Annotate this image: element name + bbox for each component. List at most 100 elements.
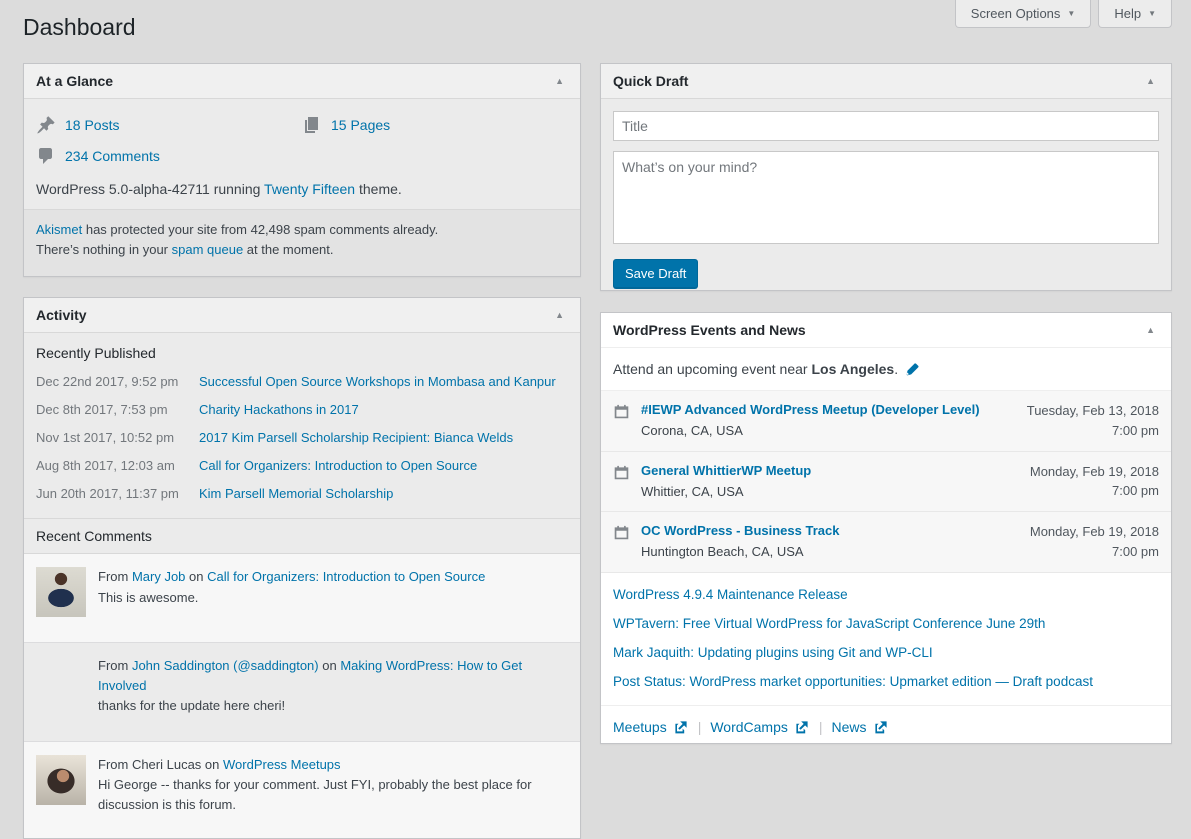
attend-text: Attend an upcoming event near Los Angele… [613, 361, 898, 377]
help-button[interactable]: Help ▼ [1098, 0, 1172, 28]
comment-item: From Mary Job on Call for Organizers: In… [24, 554, 580, 643]
event-time: 7:00 pm [1112, 543, 1159, 559]
recently-published-heading: Recently Published [36, 345, 156, 361]
dashboard-page: { "page": { "title": "Dashboard" }, "too… [0, 0, 1191, 839]
comment-from-label: From Cheri Lucas on [98, 756, 223, 772]
left-column: At a Glance ▲ 18 Posts 15 Pages 234 Comm… [23, 63, 581, 839]
external-link-icon [675, 721, 687, 734]
published-row: Dec 8th 2017, 7:53 pm Charity Hackathons… [36, 402, 568, 417]
event-main: OC WordPress - Business Track Huntington… [641, 522, 990, 562]
published-post-link[interactable]: Call for Organizers: Introduction to Ope… [199, 458, 477, 473]
comment-meta: From Mary Job on Call for Organizers: In… [98, 567, 568, 587]
event-time: 7:00 pm [1112, 483, 1159, 499]
pages-icon [305, 117, 318, 133]
events-footer-links: Meetups | WordCamps | News [601, 705, 1171, 743]
comment-on-label: on [318, 658, 341, 673]
collapse-toggle-icon[interactable]: ▲ [551, 73, 568, 90]
event-item: OC WordPress - Business Track Huntington… [601, 512, 1171, 574]
chevron-down-icon: ▼ [1148, 8, 1156, 18]
comment-body: From John Saddington (@saddington) on Ma… [98, 656, 568, 716]
comment-body: From Cheri Lucas on WordPress Meetups Hi… [98, 755, 568, 815]
comment-meta: From John Saddington (@saddington) on Ma… [98, 656, 568, 695]
news-link[interactable]: Mark Jaquith: Updating plugins using Git… [613, 638, 1159, 667]
quick-draft-widget: Quick Draft ▲ Save Draft [600, 63, 1172, 291]
screen-options-button[interactable]: Screen Options ▼ [954, 0, 1092, 28]
event-title-link[interactable]: General WhittierWP Meetup [641, 462, 811, 481]
event-location: Huntington Beach, CA, USA [641, 544, 804, 560]
draft-content-textarea[interactable] [613, 151, 1159, 244]
event-date: Monday, Feb 19, 2018 [1029, 524, 1159, 540]
posts-count-item: 18 Posts [36, 115, 302, 135]
published-post-link[interactable]: Charity Hackathons in 2017 [199, 402, 359, 417]
akismet-notice: Akismet has protected your site from 42,… [24, 209, 580, 276]
comment-author-link[interactable]: John Saddington (@saddington) [132, 658, 319, 673]
avatar [36, 754, 86, 805]
published-date: Jun 20th 2017, 11:37 pm [36, 486, 179, 501]
chevron-down-icon: ▼ [1067, 8, 1076, 18]
comment-from-label: From [98, 569, 132, 584]
theme-link[interactable]: Twenty Fifteen [264, 181, 355, 197]
external-link-icon [874, 721, 887, 734]
event-datetime: Tuesday, Feb 13, 2018 7:00 pm [1001, 401, 1159, 441]
wordcamps-link[interactable]: WordCamps [710, 719, 810, 735]
spam-queue-link[interactable]: spam queue [172, 242, 244, 257]
published-row: Dec 22nd 2017, 9:52 pm Successful Open S… [36, 374, 568, 389]
at-a-glance-widget: At a Glance ▲ 18 Posts 15 Pages 234 Comm… [23, 63, 581, 277]
event-date: Tuesday, Feb 13, 2018 [1026, 403, 1159, 418]
published-post-link[interactable]: Successful Open Source Workshops in Momb… [199, 374, 556, 389]
comment-item: From John Saddington (@saddington) on Ma… [24, 643, 580, 742]
right-column: Quick Draft ▲ Save Draft WordPress Event… [600, 63, 1172, 744]
at-a-glance-body: 18 Posts 15 Pages 234 Comments WordPress… [24, 99, 580, 209]
comment-bubble-icon [39, 148, 52, 164]
comment-meta: From Cheri Lucas on WordPress Meetups [98, 755, 568, 775]
event-title-link[interactable]: OC WordPress - Business Track [641, 522, 839, 541]
event-title-link[interactable]: #IEWP Advanced WordPress Meetup (Develop… [641, 401, 980, 420]
comment-from-label: From [98, 658, 132, 673]
page-title: Dashboard [23, 14, 136, 40]
edit-city-pencil-icon[interactable] [905, 361, 921, 377]
attend-prefix: Attend an upcoming event near [613, 361, 812, 377]
event-main: General WhittierWP Meetup Whittier, CA, … [641, 462, 990, 502]
comments-link[interactable]: 234 Comments [65, 148, 160, 164]
news-link[interactable]: Post Status: WordPress market opportunit… [613, 667, 1159, 696]
published-post-link[interactable]: Kim Parsell Memorial Scholarship [199, 486, 393, 501]
comment-post-link[interactable]: Call for Organizers: Introduction to Ope… [207, 569, 485, 584]
akismet-link[interactable]: Akismet [36, 222, 82, 237]
avatar [36, 567, 86, 617]
akismet-line1-text: has protected your site from 42,498 spam… [82, 222, 439, 237]
draft-title-input[interactable] [613, 111, 1159, 141]
news-links-list: WordPress 4.9.4 Maintenance Release WPTa… [601, 573, 1171, 706]
footer-divider: | [697, 719, 702, 736]
wordpress-version-line: WordPress 5.0-alpha-42711 running Twenty… [36, 181, 568, 197]
news-link[interactable]: WPTavern: Free Virtual WordPress for Jav… [613, 609, 1159, 638]
published-post-link[interactable]: 2017 Kim Parsell Scholarship Recipient: … [199, 430, 513, 445]
news-footer-link[interactable]: News [832, 719, 889, 735]
attend-suffix: . [894, 361, 899, 377]
event-time: 7:00 pm [1112, 422, 1159, 438]
recent-comments-heading: Recent Comments [24, 518, 580, 554]
save-draft-button[interactable]: Save Draft [613, 259, 699, 288]
comment-author-link[interactable]: Mary Job [132, 569, 185, 584]
event-item: #IEWP Advanced WordPress Meetup (Develop… [601, 391, 1171, 452]
quick-draft-body: Save Draft [601, 99, 1171, 290]
pushpin-icon [37, 116, 55, 134]
collapse-toggle-icon[interactable]: ▲ [551, 307, 568, 324]
collapse-toggle-icon[interactable]: ▲ [1142, 322, 1159, 339]
news-link[interactable]: WordPress 4.9.4 Maintenance Release [613, 580, 1159, 609]
collapse-toggle-icon[interactable]: ▲ [1142, 73, 1159, 90]
quick-draft-header: Quick Draft ▲ [601, 64, 1171, 99]
wordcamps-label: WordCamps [710, 719, 788, 736]
comment-post-link[interactable]: WordPress Meetups [223, 757, 341, 772]
calendar-icon [614, 404, 629, 419]
comment-text: thanks for the update here cheri! [98, 698, 286, 713]
comment-item: From Cheri Lucas on WordPress Meetups Hi… [24, 741, 580, 838]
screen-options-label: Screen Options [970, 6, 1061, 21]
news-label: News [831, 719, 867, 736]
attend-event-row: Attend an upcoming event near Los Angele… [601, 348, 1171, 391]
meetups-link[interactable]: Meetups [613, 719, 689, 735]
published-row: Jun 20th 2017, 11:37 pm Kim Parsell Memo… [36, 486, 568, 501]
posts-link[interactable]: 18 Posts [65, 117, 119, 133]
event-datetime: Monday, Feb 19, 2018 7:00 pm [1001, 462, 1159, 502]
pages-link[interactable]: 15 Pages [331, 117, 390, 133]
version-suffix: theme. [355, 181, 402, 197]
